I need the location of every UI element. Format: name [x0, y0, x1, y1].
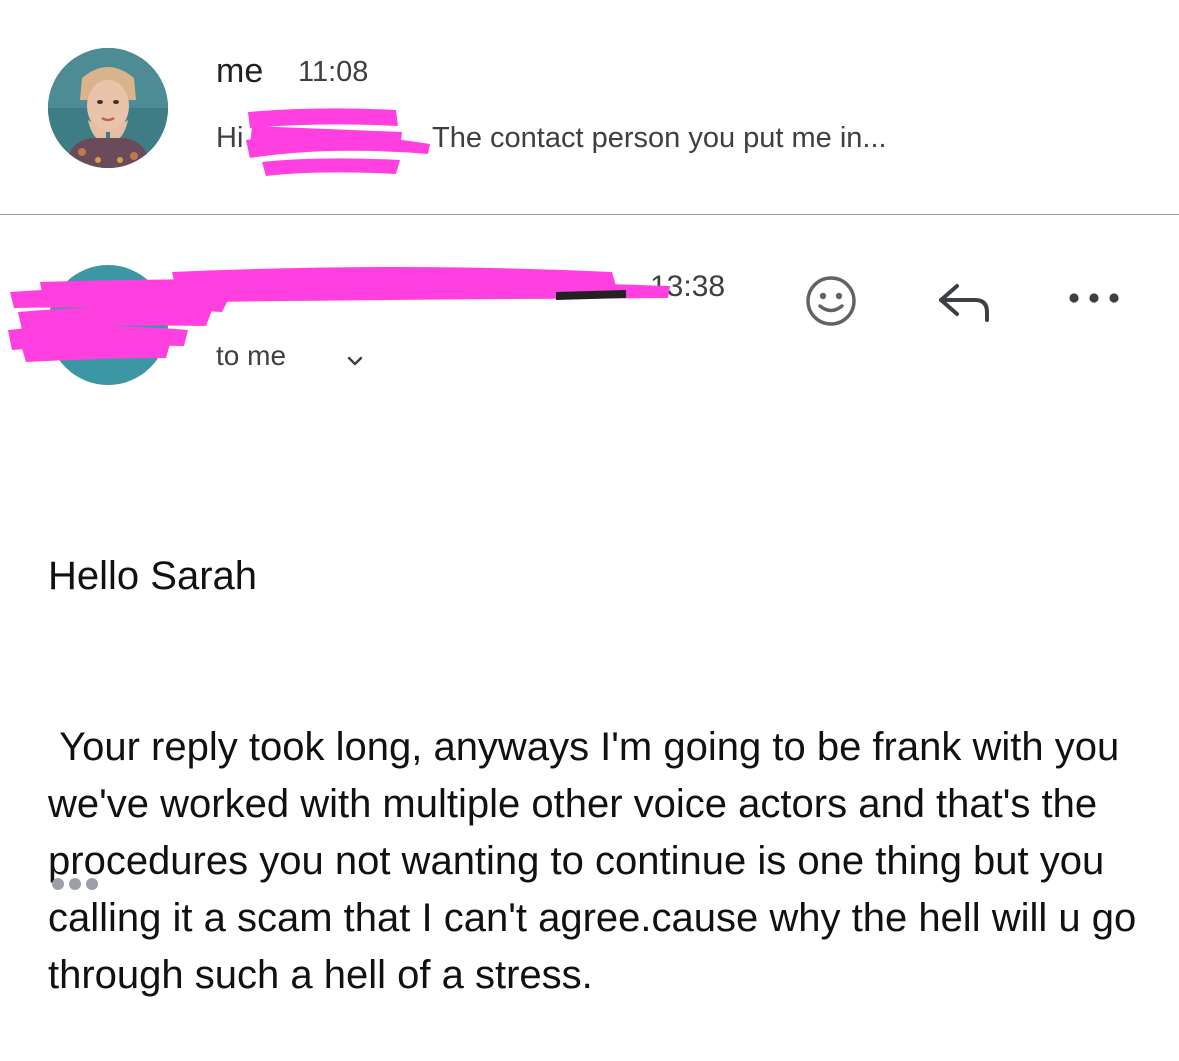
chevron-down-icon[interactable] — [344, 350, 366, 372]
collapsed-message[interactable]: me 11:08 Hi The contact person you put m… — [0, 0, 1179, 214]
message-time: 11:08 — [298, 56, 369, 88]
body-paragraph: Your reply took long, anyways I'm going … — [48, 725, 1148, 997]
smiley-face-icon[interactable] — [805, 275, 857, 327]
message-body: Hello Sarah Your reply took long, anyway… — [48, 434, 1148, 1061]
body-greeting: Hello Sarah — [48, 554, 258, 598]
show-trimmed-content-icon[interactable] — [48, 872, 108, 896]
snippet-text: The contact person you put me in... — [432, 122, 887, 154]
sender-avatar — [48, 48, 168, 168]
recipient-details-toggle[interactable]: to me — [216, 340, 286, 372]
message-time: 13:38 — [650, 270, 726, 303]
sender-avatar — [48, 265, 168, 385]
message-divider — [0, 214, 1179, 215]
more-horizontal-icon[interactable] — [1066, 288, 1122, 308]
message-snippet: Hi The contact person you put me in... — [216, 122, 887, 155]
sender-name: me — [216, 52, 264, 90]
reply-arrow-icon[interactable] — [935, 280, 993, 324]
snippet-greeting: Hi — [216, 122, 244, 154]
